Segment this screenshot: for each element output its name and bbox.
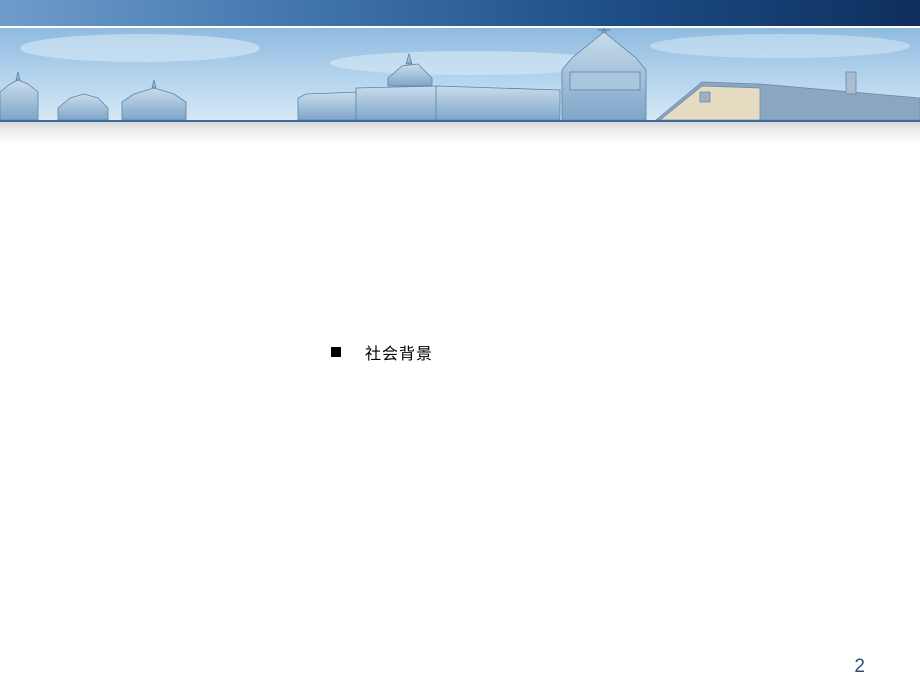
bullet-list-item: 社会背景 [331,341,433,363]
cloud [20,34,260,62]
header-banner-image [0,28,920,120]
banner-shadow [0,122,920,144]
header-gradient-bar [0,0,920,26]
bullet-text: 社会背景 [365,344,434,363]
cloud [650,34,910,58]
slide: 社会背景 2 [0,0,920,690]
page-number: 2 [854,656,865,677]
square-bullet-icon [331,347,341,357]
